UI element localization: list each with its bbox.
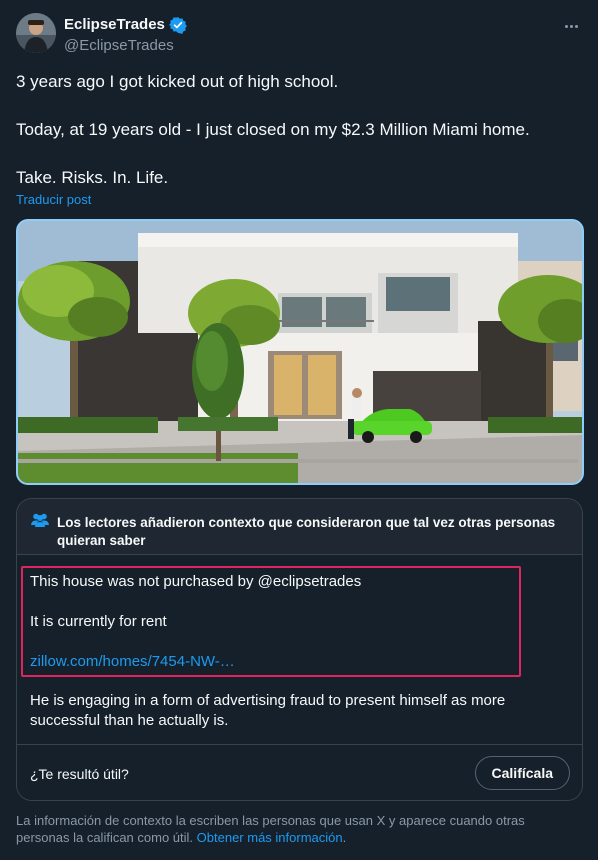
verified-badge-icon[interactable] [168,16,187,34]
tweet-line-2: Today, at 19 years old - I just closed o… [16,120,530,139]
author-block: EclipseTrades @EclipseTrades [64,15,187,54]
display-name[interactable]: EclipseTrades [64,16,165,33]
tweet-page: EclipseTrades @EclipseTrades 3 years ago… [0,0,598,860]
tweet-photo[interactable] [16,219,584,485]
community-note-header: Los lectores añadieron contexto que cons… [17,499,582,555]
community-note-body: This house was not purchased by @eclipse… [17,556,582,744]
tweet-line-1: 3 years ago I got kicked out of high sch… [16,72,339,91]
translate-post-link[interactable]: Traducir post [16,192,91,207]
handle[interactable]: @EclipseTrades [64,37,187,54]
note-line-1: This house was not purchased by @eclipse… [30,573,362,590]
community-note-footer: ¿Te resultó útil? Califícala [17,744,582,800]
rate-note-button[interactable]: Califícala [474,756,570,790]
note-source-link[interactable]: zillow.com/homes/7454-NW-… [30,653,235,670]
note-paragraph: He is engaging in a form of advertising … [30,692,506,729]
disclaimer-trailing: . [342,830,347,845]
community-note-title: Los lectores añadieron contexto que cons… [57,515,556,548]
tweet-text: 3 years ago I got kicked out of high sch… [16,70,576,190]
tweet-line-3: Take. Risks. In. Life. [16,168,169,187]
community-note: Los lectores añadieron contexto que cons… [16,498,583,801]
display-name-row: EclipseTrades [64,15,187,34]
people-icon [30,513,50,527]
tweet-header: EclipseTrades @EclipseTrades [16,13,584,57]
helpful-question: ¿Te resultó útil? [30,766,129,782]
notes-disclaimer: La información de contexto la escriben l… [16,812,576,846]
learn-more-link[interactable]: Obtener más información [197,830,343,845]
avatar[interactable] [16,13,56,53]
more-horizontal-icon[interactable] [558,17,584,35]
note-line-2: It is currently for rent [30,613,167,630]
